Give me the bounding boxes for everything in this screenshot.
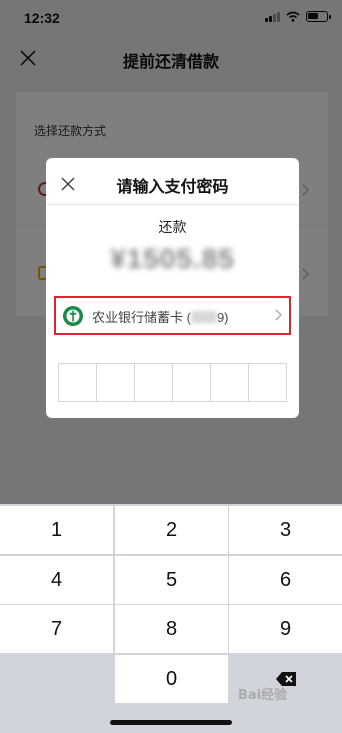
key-8[interactable]: 8 — [115, 605, 228, 653]
key-3[interactable]: 3 — [229, 506, 342, 554]
payment-label: 还款 — [158, 219, 187, 235]
payment-card-selector[interactable]: 农业银行储蓄卡 ( 9) — [54, 296, 291, 335]
key-0[interactable]: 0 — [115, 655, 228, 703]
password-digit-cell — [249, 364, 286, 401]
key-2[interactable]: 2 — [115, 506, 228, 554]
key-1[interactable]: 1 — [0, 506, 113, 554]
key-9[interactable]: 9 — [229, 605, 342, 653]
password-digit-cell — [59, 364, 97, 401]
password-digit-cell — [97, 364, 135, 401]
bank-logo-icon — [63, 306, 83, 326]
home-indicator — [110, 720, 232, 725]
payment-password-dialog: 请输入支付密码 还款 ¥1505.85 农业银行储蓄卡 ( 9) — [46, 158, 299, 418]
card-name-suffix: 9) — [216, 310, 229, 325]
password-input[interactable] — [58, 363, 287, 402]
key-7[interactable]: 7 — [0, 605, 113, 653]
password-digit-cell — [211, 364, 249, 401]
divider — [46, 204, 299, 205]
payment-amount: ¥1505.85 — [110, 243, 235, 274]
watermark: Bai经验 — [238, 688, 288, 703]
chevron-right-icon — [275, 309, 282, 321]
numeric-keypad: 1 2 3 4 5 6 7 8 9 0 — [0, 504, 342, 733]
card-name: 农业银行储蓄卡 ( 9) — [92, 307, 229, 326]
card-name-prefix: 农业银行储蓄卡 ( — [92, 310, 191, 325]
key-6[interactable]: 6 — [229, 556, 342, 604]
masked-digits — [190, 311, 217, 323]
key-4[interactable]: 4 — [0, 556, 113, 604]
password-digit-cell — [173, 364, 211, 401]
password-digit-cell — [135, 364, 173, 401]
key-5[interactable]: 5 — [115, 556, 228, 604]
dialog-title: 请输入支付密码 — [116, 179, 229, 196]
